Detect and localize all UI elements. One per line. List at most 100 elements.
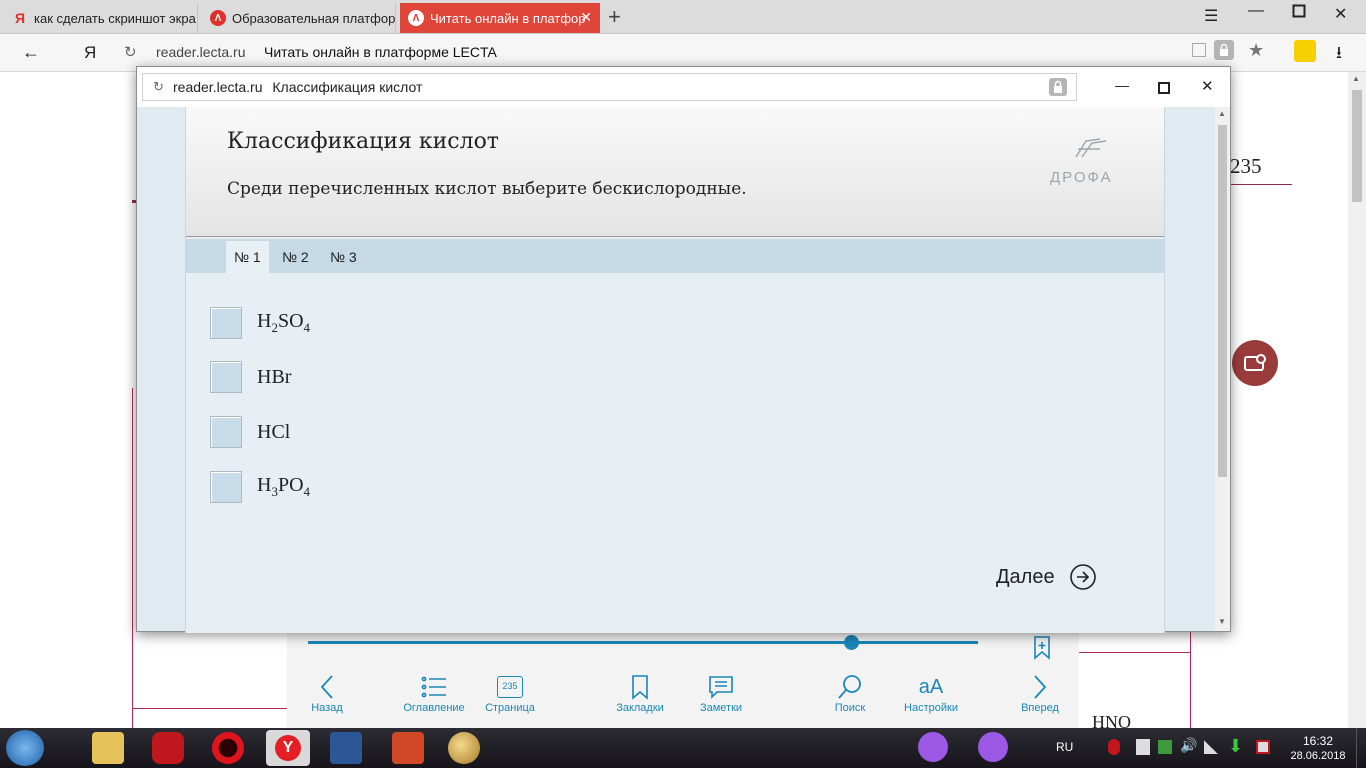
scrollbar-thumb[interactable]: [1218, 125, 1227, 477]
next-button[interactable]: Далее: [996, 563, 1097, 591]
maximize-icon[interactable]: [1292, 4, 1306, 23]
reload-icon[interactable]: ↻: [153, 74, 164, 100]
toolbar-notes[interactable]: Заметки: [681, 672, 761, 714]
downloads-icon[interactable]: ⭳: [1336, 40, 1342, 69]
page-scrollbar[interactable]: ▲: [1348, 72, 1366, 728]
microphone-icon[interactable]: [978, 732, 1008, 762]
powerpoint-icon[interactable]: [392, 732, 424, 764]
scrollbar-thumb[interactable]: [1352, 90, 1362, 202]
exercise-header: Классификация кислот Среди перечисленных…: [186, 107, 1164, 237]
scroll-up-icon[interactable]: ▲: [1352, 74, 1360, 83]
exercise-content: Классификация кислот Среди перечисленных…: [185, 107, 1165, 633]
popup-url-domain: reader.lecta.ru: [173, 79, 263, 95]
toolbar-label: Поиск: [834, 702, 866, 714]
answer-option[interactable]: HCl: [210, 415, 290, 449]
opera-app-icon[interactable]: [152, 732, 184, 764]
answer-option[interactable]: H2SO4: [210, 306, 310, 340]
toolbar-label: Страница: [485, 702, 535, 714]
toolbar-label: Оглавление: [403, 702, 465, 714]
alice-assistant-icon[interactable]: [918, 732, 948, 762]
minimize-icon[interactable]: —: [1248, 2, 1264, 20]
exercise-title: Классификация кислот: [227, 129, 499, 154]
lecta-favicon-icon: Λ: [408, 10, 424, 26]
toolbar-page[interactable]: 235 Страница: [470, 672, 550, 714]
page-progress-slider[interactable]: [308, 635, 978, 650]
scroll-up-icon[interactable]: ▲: [1218, 109, 1226, 118]
scroll-down-icon[interactable]: ▼: [1218, 617, 1226, 626]
browser-tab-2[interactable]: Λ Образовательная платфор: [202, 3, 396, 33]
answer-option[interactable]: HBr: [210, 360, 291, 394]
tab-label: как сделать скриншот экра: [34, 10, 196, 26]
exercise-popup-window: ↻ reader.lecta.ru Классификация кислот —…: [136, 66, 1231, 633]
toolbar-label: Закладки: [616, 702, 664, 714]
toolbar-contents[interactable]: Оглавление: [394, 672, 474, 714]
toolbar-settings[interactable]: aA Настройки: [891, 672, 971, 715]
browser-tab-1[interactable]: Я как сделать скриншот экра: [4, 3, 198, 33]
arrow-right-circle-icon: [1069, 564, 1096, 590]
tray-app-icon[interactable]: [1136, 739, 1150, 755]
file-explorer-icon[interactable]: [92, 732, 124, 764]
close-window-icon[interactable]: ✕: [1201, 77, 1214, 95]
answer-option[interactable]: H3PO4: [210, 470, 310, 504]
show-desktop-button[interactable]: [1356, 728, 1366, 768]
toolbar-back[interactable]: Назад: [287, 672, 367, 714]
toolbar-search[interactable]: Поиск: [810, 672, 890, 714]
toolbar-bookmarks[interactable]: Закладки: [600, 672, 680, 714]
chevron-right-icon: [1000, 672, 1080, 702]
note-icon: [681, 672, 761, 702]
start-button-icon[interactable]: [6, 730, 44, 766]
opera-tray-icon[interactable]: [1108, 739, 1120, 755]
menu-icon[interactable]: ☰: [1204, 6, 1218, 26]
download-tray-icon[interactable]: ⬇: [1228, 736, 1243, 757]
new-tab-button[interactable]: +: [608, 4, 621, 30]
security-tray-icon[interactable]: [1158, 740, 1172, 754]
clock-date[interactable]: 28.06.2018: [1290, 750, 1346, 762]
screenshot-tool-button[interactable]: [1232, 340, 1278, 386]
word-icon[interactable]: [330, 732, 362, 764]
favorite-star-icon[interactable]: ★: [1248, 40, 1264, 61]
clock-time[interactable]: 16:32: [1296, 734, 1340, 748]
popup-address-field[interactable]: ↻ reader.lecta.ru Классификация кислот: [142, 73, 1077, 101]
yandex-favicon-icon: Я: [14, 10, 26, 26]
bookmark-icon: [600, 672, 680, 702]
popup-scrollbar[interactable]: ▲ ▼: [1215, 107, 1230, 631]
network-signal-icon[interactable]: [1204, 740, 1218, 754]
page-icon: 235: [470, 672, 550, 702]
answer-checkbox[interactable]: [210, 471, 242, 503]
search-icon: [810, 672, 890, 702]
tab-question-1[interactable]: № 1: [226, 241, 269, 273]
yandex-browser-icon[interactable]: Y: [266, 730, 310, 766]
lock-icon[interactable]: [1214, 40, 1234, 60]
answer-label: H3PO4: [257, 474, 311, 499]
opera-browser-icon[interactable]: [212, 732, 244, 764]
answer-checkbox[interactable]: [210, 416, 242, 448]
add-bookmark-icon[interactable]: [1033, 636, 1051, 665]
browser-tab-3-active[interactable]: Λ Читать онлайн в платфор ✕: [400, 3, 600, 33]
url-domain[interactable]: reader.lecta.ru: [156, 44, 246, 60]
close-tab-icon[interactable]: ✕: [580, 9, 592, 26]
exercise-instruction: Среди перечисленных кислот выберите беск…: [227, 179, 747, 199]
progress-knob[interactable]: [843, 635, 859, 650]
minimize-icon[interactable]: —: [1115, 77, 1129, 93]
reload-icon[interactable]: ↻: [124, 43, 137, 61]
browser-tab-bar: Я как сделать скриншот экра Λ Образовате…: [0, 0, 1366, 34]
back-button[interactable]: ←: [22, 42, 40, 63]
close-window-icon[interactable]: ✕: [1334, 4, 1347, 24]
lock-icon[interactable]: [1049, 78, 1067, 96]
language-indicator[interactable]: RU: [1056, 740, 1073, 754]
reader-mode-icon[interactable]: [1192, 43, 1206, 57]
lecta-favicon-icon: Λ: [210, 10, 226, 26]
answer-checkbox[interactable]: [210, 361, 242, 393]
yandex-logo[interactable]: Я: [84, 43, 96, 63]
paint-icon[interactable]: [448, 732, 480, 764]
tab-question-3[interactable]: № 3: [322, 241, 365, 273]
toolbar-label: Настройки: [904, 702, 958, 714]
volume-icon[interactable]: 🔊: [1180, 737, 1197, 754]
toolbar-forward[interactable]: Вперед: [1000, 672, 1080, 714]
extension-icon[interactable]: [1294, 40, 1316, 62]
maximize-icon[interactable]: [1158, 81, 1170, 99]
answer-checkbox[interactable]: [210, 307, 242, 339]
tab-question-2[interactable]: № 2: [274, 241, 317, 273]
url-page-title[interactable]: Читать онлайн в платформе LECTA: [264, 44, 497, 60]
flag-notification-icon[interactable]: [1256, 740, 1270, 754]
